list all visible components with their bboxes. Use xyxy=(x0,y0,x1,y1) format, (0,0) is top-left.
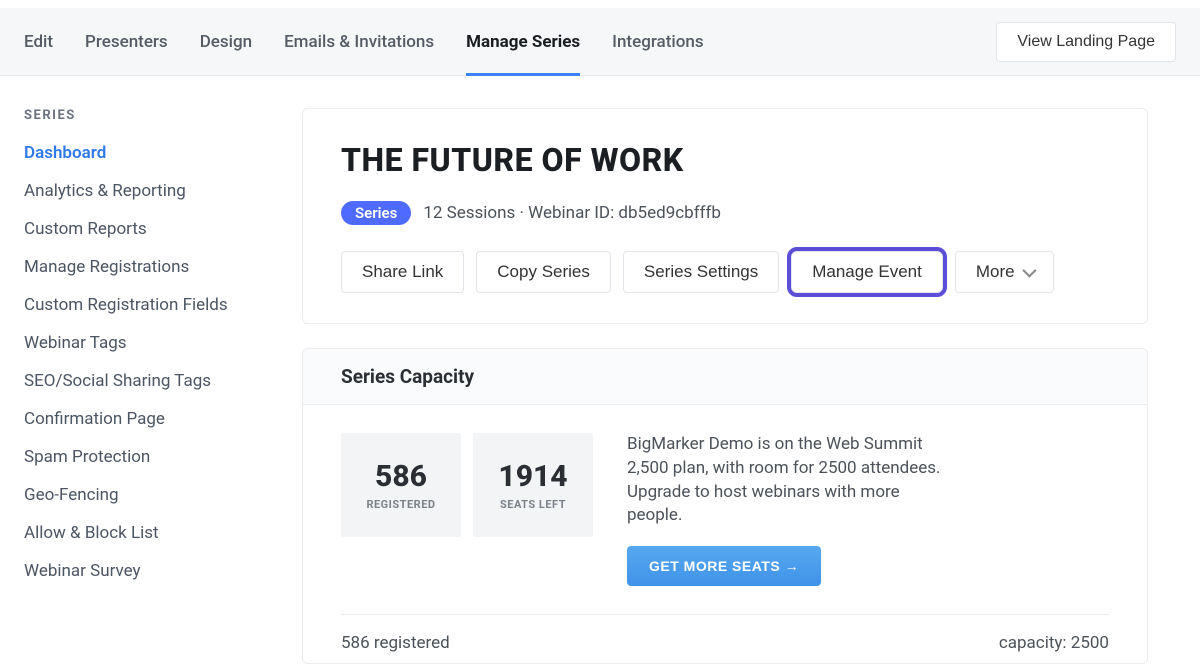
capacity-card: Series Capacity 586 REGISTERED 1914 SEAT… xyxy=(302,348,1148,664)
series-actions: Share Link Copy Series Series Settings M… xyxy=(341,251,1109,293)
sidebar-item-allow-block-list[interactable]: Allow & Block List xyxy=(24,523,284,543)
capacity-footer: 586 registered capacity: 2500 xyxy=(341,614,1109,653)
top-nav: Edit Presenters Design Emails & Invitati… xyxy=(0,8,1200,76)
series-pill: Series xyxy=(341,201,411,225)
sidebar-item-webinar-survey[interactable]: Webinar Survey xyxy=(24,561,284,581)
more-button[interactable]: More xyxy=(955,251,1054,293)
chevron-down-icon xyxy=(1022,264,1036,278)
seats-left-stat: 1914 SEATS LEFT xyxy=(473,433,593,537)
sidebar-heading: SERIES xyxy=(24,108,284,123)
main-content: THE FUTURE OF WORK Series 12 Sessions · … xyxy=(284,108,1200,664)
sidebar-item-seo-social-tags[interactable]: SEO/Social Sharing Tags xyxy=(24,371,284,391)
sidebar-item-dashboard[interactable]: Dashboard xyxy=(24,143,284,163)
manage-event-button[interactable]: Manage Event xyxy=(791,251,943,293)
copy-series-button[interactable]: Copy Series xyxy=(476,251,611,293)
footer-registered: 586 registered xyxy=(341,633,450,653)
top-tabs: Edit Presenters Design Emails & Invitati… xyxy=(24,8,704,75)
tab-presenters[interactable]: Presenters xyxy=(85,8,168,75)
series-header-card: THE FUTURE OF WORK Series 12 Sessions · … xyxy=(302,108,1148,324)
tab-integrations[interactable]: Integrations xyxy=(612,8,703,75)
tab-design[interactable]: Design xyxy=(200,8,252,75)
footer-capacity: capacity: 2500 xyxy=(999,633,1109,653)
seats-left-label: SEATS LEFT xyxy=(500,498,566,511)
sidebar-item-analytics[interactable]: Analytics & Reporting xyxy=(24,181,284,201)
sidebar-item-geo-fencing[interactable]: Geo-Fencing xyxy=(24,485,284,505)
more-label: More xyxy=(976,262,1015,282)
capacity-description: BigMarker Demo is on the Web Summit 2,50… xyxy=(627,433,945,528)
sidebar: SERIES Dashboard Analytics & Reporting C… xyxy=(24,108,284,664)
series-meta-text: 12 Sessions · Webinar ID: db5ed9cbfffb xyxy=(423,203,721,223)
series-settings-button[interactable]: Series Settings xyxy=(623,251,779,293)
sidebar-item-custom-reports[interactable]: Custom Reports xyxy=(24,219,284,239)
capacity-heading: Series Capacity xyxy=(303,349,1147,405)
tab-manage-series[interactable]: Manage Series xyxy=(466,8,580,75)
registered-label: REGISTERED xyxy=(366,498,435,511)
sidebar-item-custom-registration-fields[interactable]: Custom Registration Fields xyxy=(24,295,284,315)
registered-stat: 586 REGISTERED xyxy=(341,433,461,537)
tab-emails-invitations[interactable]: Emails & Invitations xyxy=(284,8,434,75)
series-meta: Series 12 Sessions · Webinar ID: db5ed9c… xyxy=(341,201,1109,225)
view-landing-page-button[interactable]: View Landing Page xyxy=(996,22,1176,62)
sidebar-item-manage-registrations[interactable]: Manage Registrations xyxy=(24,257,284,277)
registered-value: 586 xyxy=(375,459,427,494)
get-more-seats-button[interactable]: GET MORE SEATS → xyxy=(627,546,821,586)
sidebar-item-spam-protection[interactable]: Spam Protection xyxy=(24,447,284,467)
tab-edit[interactable]: Edit xyxy=(24,8,53,75)
capacity-description-block: BigMarker Demo is on the Web Summit 2,50… xyxy=(605,433,945,586)
sidebar-item-webinar-tags[interactable]: Webinar Tags xyxy=(24,333,284,353)
share-link-button[interactable]: Share Link xyxy=(341,251,464,293)
seats-left-value: 1914 xyxy=(498,459,567,494)
sidebar-item-confirmation-page[interactable]: Confirmation Page xyxy=(24,409,284,429)
series-title: THE FUTURE OF WORK xyxy=(341,141,1109,179)
